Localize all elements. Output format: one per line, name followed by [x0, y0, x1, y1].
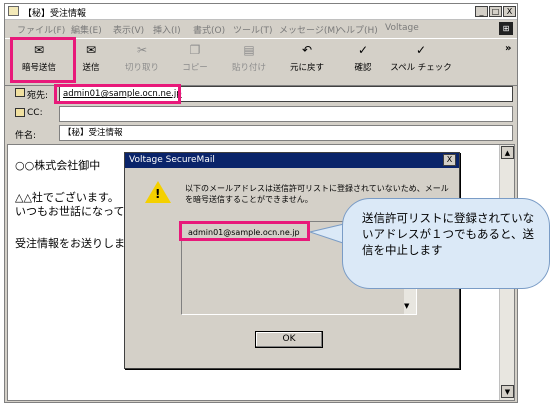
dialog-close-button[interactable]: X: [443, 154, 456, 166]
minimize-button[interactable]: _: [475, 6, 488, 17]
ok-button[interactable]: OK: [255, 331, 323, 348]
body-line: 受注情報をお送りしま: [15, 237, 125, 250]
address-book-icon: [15, 88, 25, 97]
menu-help[interactable]: ヘルプ(H): [337, 23, 378, 36]
undo-icon: ↶: [301, 43, 313, 57]
menu-insert[interactable]: 挿入(I): [153, 23, 181, 36]
encrypt-send-highlight: [10, 37, 76, 83]
spell-check-button[interactable]: ✓ スペル チェック: [389, 43, 453, 83]
cc-field[interactable]: [59, 106, 513, 122]
title-bar: 【秘】受注情報 _ □ X: [5, 4, 517, 20]
cut-label: 切り取り: [124, 63, 159, 73]
body-line: いつもお世話になって: [15, 205, 125, 218]
spell-check-icon: ✓: [415, 43, 427, 57]
copy-icon: ❐: [189, 43, 201, 57]
callout-text: 送信許可リストに登録されていないアドレスが１つでもあると、送信を中止します: [362, 211, 535, 257]
menu-message[interactable]: メッセージ(M): [279, 23, 339, 36]
dialog-title: Voltage SecureMail: [125, 153, 459, 168]
scroll-down-icon[interactable]: ▼: [501, 385, 514, 398]
scissors-icon: ✂: [136, 43, 148, 57]
toolbar: ✉ 暗号送信 ✉ 送信 ✂ 切り取り ❐ コピー ▤ 貼り付け ↶ 元に戻す ✓…: [5, 38, 517, 86]
menu-file[interactable]: ファイル(F): [17, 23, 65, 36]
paste-label: 貼り付け: [231, 63, 266, 73]
menu-edit[interactable]: 編集(E): [71, 23, 102, 36]
scroll-up-icon[interactable]: ▲: [501, 146, 514, 159]
maximize-button[interactable]: □: [489, 6, 502, 17]
check-names-icon: ✓: [357, 43, 369, 57]
menu-tools[interactable]: ツール(T): [233, 23, 273, 36]
mail-icon: [8, 6, 19, 16]
scroll-down-icon[interactable]: ▼: [404, 302, 409, 310]
menu-view[interactable]: 表示(V): [113, 23, 144, 36]
check-button[interactable]: ✓ 確認: [343, 43, 383, 83]
send-icon: ✉: [85, 43, 97, 57]
dialog-message: 以下のメールアドレスは送信許可リストに登録されていないため、メール: [185, 184, 449, 193]
send-button[interactable]: ✉ 送信: [71, 43, 111, 83]
undo-label: 元に戻す: [289, 63, 324, 73]
toolbar-overflow-icon[interactable]: »: [505, 43, 511, 54]
copy-button[interactable]: ❐ コピー: [173, 43, 217, 83]
menu-format[interactable]: 書式(O): [193, 23, 225, 36]
check-label: 確認: [354, 63, 372, 73]
menu-voltage[interactable]: Voltage: [385, 23, 419, 33]
paste-button[interactable]: ▤ 貼り付け: [225, 43, 273, 83]
ok-label: OK: [282, 334, 296, 344]
close-button[interactable]: X: [503, 6, 516, 17]
to-label[interactable]: 宛先:: [27, 88, 48, 101]
address-book-icon: [15, 108, 25, 117]
warning-icon-mark: !: [155, 187, 161, 201]
windows-logo-icon: ⊞: [499, 22, 513, 35]
subject-value: 【秘】受注情報: [63, 128, 123, 138]
dialog-message: を暗号送信することができません。: [185, 195, 313, 204]
undo-button[interactable]: ↶ 元に戻す: [281, 43, 333, 83]
paste-icon: ▤: [243, 43, 255, 57]
cut-button[interactable]: ✂ 切り取り: [119, 43, 165, 83]
spell-check-label: スペル チェック: [390, 63, 452, 73]
dialog-address-highlight: [179, 221, 310, 241]
send-label: 送信: [82, 63, 100, 73]
menu-bar: ファイル(F) 編集(E) 表示(V) 挿入(I) 書式(O) ツール(T) メ…: [5, 21, 517, 37]
body-line: ○○株式会社御中: [15, 159, 101, 172]
to-address-highlight: [54, 84, 181, 104]
copy-label: コピー: [182, 63, 208, 73]
cc-label[interactable]: CC:: [27, 108, 43, 118]
subject-label: 件名:: [15, 131, 37, 141]
subject-field[interactable]: 【秘】受注情報: [59, 125, 513, 141]
window-title: 【秘】受注情報: [23, 9, 87, 19]
